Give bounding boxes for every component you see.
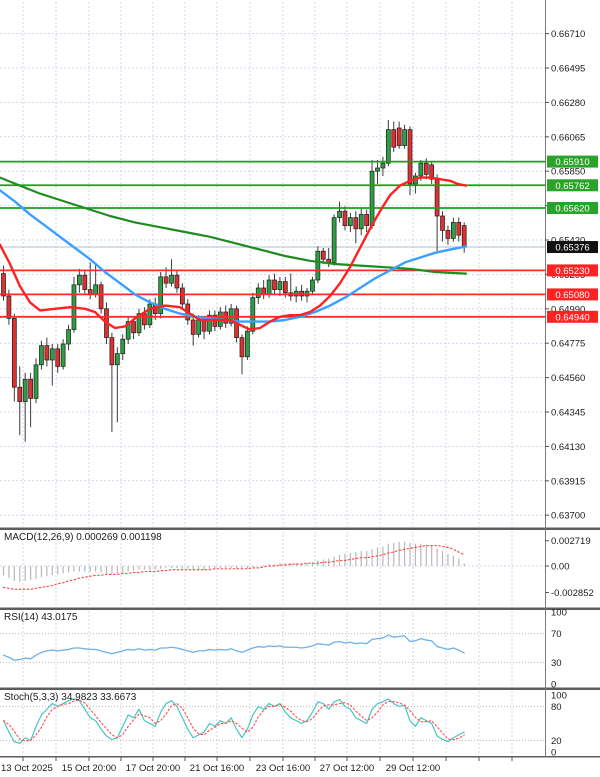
y-axis-label: 0.64345 (551, 408, 585, 419)
x-axis-labels: 13 Oct 2025 15 Oct 20:00 17 Oct 20:00 21 Oc… (1, 763, 440, 774)
price-badge-label: 0.65910 (555, 157, 589, 168)
price-badge-label: 0.65230 (555, 266, 589, 277)
x-axis-label: 23 Oct 16:00 (256, 763, 310, 774)
rsi-scale-label: 0 (551, 680, 556, 691)
rsi-line (4, 635, 465, 660)
y-axis-label: 0.66495 (551, 64, 585, 75)
macd-scale-label: 0.00 (551, 562, 570, 573)
stoch-k-line (4, 699, 465, 743)
y-axis-label: 0.66280 (551, 98, 585, 109)
price-badge-label: 0.64940 (555, 312, 589, 323)
stoch-scale-labels: 10080 200 (551, 691, 567, 759)
macd-scale-labels: 0.002719 0.00 -0.002852 (551, 536, 594, 599)
macd-indicator-label: MACD(12,26,9) 0.000269 0.001198 (4, 532, 162, 543)
macd-scale-label: 0.002719 (551, 536, 591, 547)
price-badge-label: 0.65620 (555, 204, 589, 215)
stoch-scale-label: 0 (551, 748, 556, 759)
price-badge-label: 0.65376 (555, 243, 589, 254)
y-axis-label: 0.63915 (551, 476, 585, 487)
rsi-scale-label: 70 (551, 629, 562, 640)
y-axis-label: 0.66710 (551, 29, 585, 40)
x-axis-label: 21 Oct 16:00 (190, 763, 244, 774)
axis-tick-marks (23, 34, 549, 761)
time-gridlines (23, 2, 512, 755)
stoch-indicator-label: Stoch(5,3,3) 34.9823 33.6673 (4, 692, 136, 703)
price-badge-label: 0.65762 (555, 181, 589, 192)
chart-canvas[interactable]: 0.66710 0.66495 0.66280 0.66065 0.65850 0.656… (0, 0, 600, 777)
stoch-scale-label: 100 (551, 691, 567, 702)
ma-red-line (0, 178, 466, 330)
rsi-indicator-label: RSI(14) 43.0175 (4, 612, 77, 623)
x-axis-label: 15 Oct 20:00 (62, 763, 116, 774)
indicator-level-lines (0, 634, 545, 741)
x-axis-label: 13 Oct 2025 (1, 763, 53, 774)
macd-histogram (4, 542, 465, 582)
x-axis-label: 29 Oct 12:00 (386, 763, 440, 774)
stoch-scale-label: 80 (551, 702, 562, 713)
price-badge-label: 0.65080 (555, 290, 589, 301)
rsi-scale-label: 30 (551, 658, 562, 669)
macd-scale-label: -0.002852 (551, 588, 594, 599)
y-axis-label: 0.64560 (551, 373, 585, 384)
x-axis-label: 17 Oct 20:00 (126, 763, 180, 774)
macd-signal-line (4, 546, 465, 590)
y-axis-label: 0.64130 (551, 442, 585, 453)
candlesticks (2, 120, 467, 442)
x-axis-label: 27 Oct 12:00 (320, 763, 374, 774)
y-axis-label: 0.66065 (551, 132, 585, 143)
rsi-scale-label: 100 (551, 608, 567, 619)
rsi-scale-labels: 100 70 30 0 (551, 608, 567, 691)
support-lines (0, 270, 545, 316)
y-axis-label: 0.65850 (551, 167, 585, 178)
ma-green-line (0, 178, 466, 274)
trading-chart-window: 0.66710 0.66495 0.66280 0.66065 0.65850 0.656… (0, 0, 600, 777)
y-axis-label: 0.64775 (551, 339, 585, 350)
y-axis-label: 0.63700 (551, 511, 585, 522)
stoch-scale-label: 20 (551, 736, 562, 747)
ma-blue-line (0, 190, 466, 321)
